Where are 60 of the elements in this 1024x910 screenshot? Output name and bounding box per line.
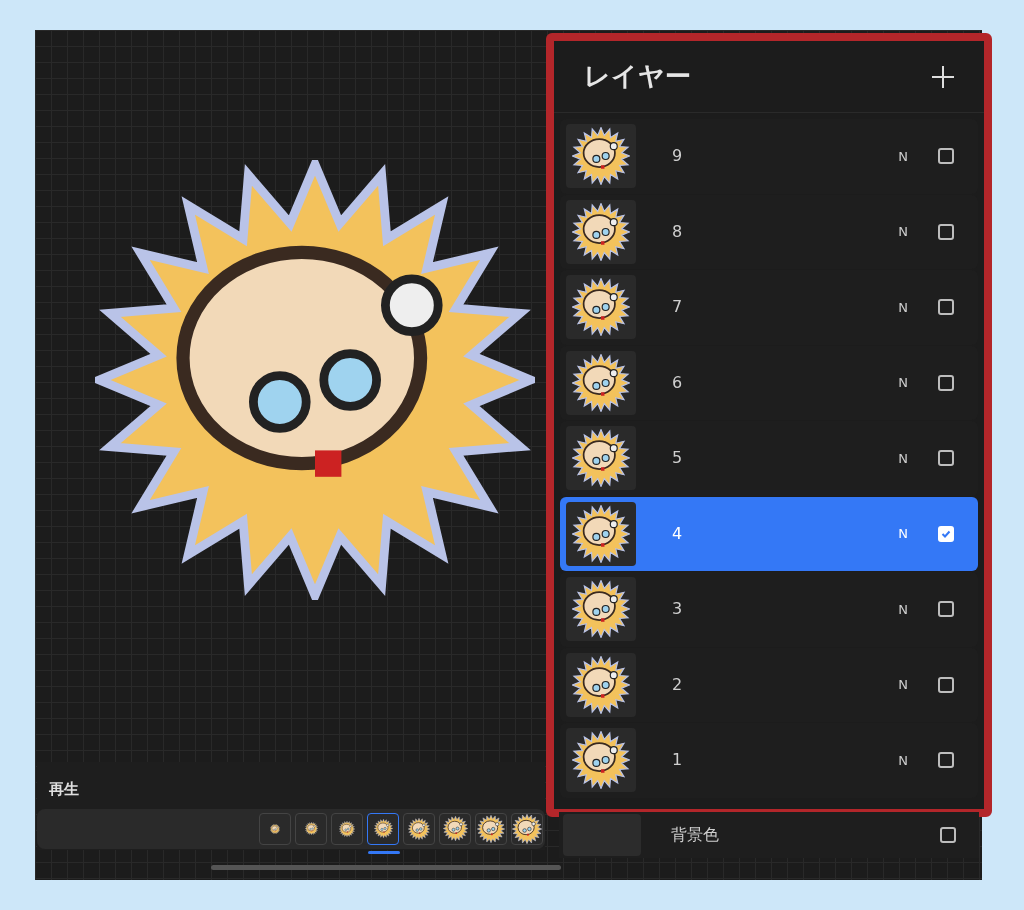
animation-frame[interactable]	[295, 812, 327, 845]
frame-thumbnail-drawing	[304, 822, 318, 835]
animation-frame[interactable]	[475, 812, 507, 845]
blend-mode[interactable]: N	[898, 373, 908, 393]
thumbnail-drawing	[572, 127, 630, 186]
layer-name: 5	[672, 447, 684, 470]
visibility-checkbox[interactable]	[938, 299, 954, 316]
visibility-checkbox[interactable]	[938, 223, 954, 240]
frame-thumbnail-drawing	[477, 814, 505, 843]
blend-mode[interactable]: N	[898, 222, 908, 242]
animation-frame[interactable]	[439, 812, 471, 845]
visibility-checkbox[interactable]	[938, 525, 954, 542]
visibility-checkbox[interactable]	[938, 601, 954, 618]
thumbnail-drawing	[572, 580, 630, 639]
visibility-checkbox[interactable]	[938, 148, 954, 165]
layer-name: 背景色	[671, 824, 720, 846]
layer-name: 3	[672, 598, 684, 621]
blend-mode[interactable]: N	[898, 599, 908, 619]
blend-mode[interactable]: N	[898, 750, 908, 770]
check-icon	[941, 528, 951, 539]
blend-mode[interactable]: N	[898, 524, 908, 544]
visibility-checkbox[interactable]	[938, 752, 954, 769]
frame-thumbnail-drawing	[270, 823, 280, 834]
frame-thumbnail-drawing	[339, 820, 355, 837]
selected-frame-indicator	[368, 850, 400, 854]
thumbnail-drawing	[572, 429, 630, 488]
thumbnail-drawing	[572, 504, 630, 563]
thumbnail-drawing	[572, 278, 630, 337]
blend-mode[interactable]: N	[898, 448, 908, 468]
blend-mode[interactable]: N	[898, 146, 908, 166]
layer-name: 6	[672, 371, 684, 394]
thumbnail-drawing	[572, 731, 630, 790]
layer-name: 9	[672, 145, 684, 168]
visibility-checkbox[interactable]	[940, 827, 956, 843]
animation-frame[interactable]	[331, 812, 363, 845]
animation-frame[interactable]	[511, 812, 543, 845]
layer-row[interactable]: 4 N	[560, 496, 978, 571]
thumbnail-drawing	[572, 353, 630, 412]
frame-thumbnail-drawing	[408, 817, 430, 840]
visibility-checkbox[interactable]	[938, 374, 954, 391]
blend-mode[interactable]: N	[898, 297, 908, 317]
layer-name: 1	[672, 749, 684, 772]
panel-title: レイヤー	[584, 60, 691, 93]
visibility-checkbox[interactable]	[938, 450, 954, 467]
visibility-checkbox[interactable]	[938, 676, 954, 693]
add-icon[interactable]	[932, 65, 954, 88]
layer-name: 2	[672, 673, 684, 696]
background-layer-row[interactable]: 背景色	[559, 812, 979, 858]
layer-name: 4	[672, 522, 684, 545]
thumbnail-drawing	[572, 655, 630, 714]
layer-name: 7	[672, 296, 684, 319]
animation-frame[interactable]	[259, 812, 291, 845]
frame-thumbnail-drawing	[512, 813, 542, 844]
thumbnail-drawing	[572, 202, 630, 261]
frame-thumbnail-drawing	[373, 819, 393, 838]
layer-name: 8	[672, 220, 684, 243]
blend-mode[interactable]: N	[898, 675, 908, 695]
animation-frame[interactable]	[403, 812, 435, 845]
timeline-title: 再生	[49, 779, 80, 800]
frame-thumbnail-drawing	[442, 816, 468, 841]
